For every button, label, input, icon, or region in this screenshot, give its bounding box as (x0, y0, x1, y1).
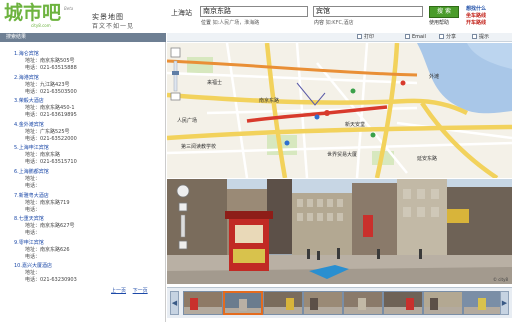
result-item[interactable]: 10.嘉兴大厦酒店 地址： 电话：021-63230903 (14, 263, 164, 287)
result-title-link[interactable]: 4.金外滩宾馆 (14, 122, 164, 129)
result-phone: 电话： (25, 253, 41, 260)
result-item[interactable]: 3.荣毅大酒店 地址：南京东路450-1 电话：021-63619895 (14, 98, 164, 122)
result-phone: 电话： (25, 230, 41, 237)
result-item[interactable]: 7.新雅粤大酒店 地址：南京东路719 电话： (14, 193, 164, 217)
result-title-link[interactable]: 1.海仑宾馆 (14, 51, 164, 58)
result-address: 地址：南京东路719 (25, 199, 70, 206)
next-page-link[interactable]: 下一页 (133, 288, 148, 294)
map-label-road: 南京东路 (259, 98, 280, 104)
result-phone: 电话：021-63515710 (25, 159, 77, 166)
app-window: 城市吧 Beta city8.com 实景地图 百文不如一见 上海站 南京东路 … (0, 0, 512, 322)
photo-thumbnail[interactable] (263, 291, 303, 315)
prev-page-link[interactable]: 上一页 (111, 288, 126, 294)
help-link[interactable]: 使用帮助 (429, 19, 449, 26)
location-hint: 位置 如:人民广场，淮海路 (201, 19, 259, 26)
park-shape (187, 57, 213, 73)
promo-find[interactable]: 想找什么 (466, 6, 486, 13)
result-title-link[interactable]: 9.零申江宾馆 (14, 240, 164, 247)
tip-button[interactable]: 提示 (472, 33, 489, 42)
slogan-line2: 百文不如一见 (92, 23, 135, 30)
keyword-hint-label: 内容 (314, 20, 325, 26)
map-label-church: 新天安堂 (345, 122, 366, 128)
share-button[interactable]: 分享 (439, 33, 456, 42)
location-hint-text: 如:人民广场，淮海路 (212, 20, 260, 26)
result-address: 地址：南京东路505号 (25, 58, 75, 64)
location-hint-label: 位置 (201, 20, 212, 26)
result-item[interactable]: 9.零申江宾馆 地址：南京东路626 电话： (14, 240, 164, 264)
search-button[interactable]: 搜 索 (429, 6, 459, 18)
keyword-hint-text: 如:KFC,酒店 (325, 20, 354, 26)
keyword-input[interactable]: 宾馆 (313, 6, 423, 17)
street-view[interactable]: © city8 (167, 179, 512, 284)
promo-bus-route[interactable]: 坐车路线 (466, 13, 486, 20)
map-label-bund: 外滩 (429, 74, 440, 80)
result-phone: 电话：021-63503500 (25, 88, 77, 95)
location-input[interactable]: 南京东路 (200, 6, 308, 17)
mail-icon (405, 34, 410, 39)
photo-thumbnail[interactable] (383, 291, 423, 315)
email-label: Email (412, 34, 426, 40)
map-label-school: 第三阅读教学校 (181, 144, 217, 150)
result-address: 地址：南京东路626 (25, 246, 70, 253)
share-label: 分享 (446, 34, 457, 40)
result-item[interactable]: 6.上海鹏都宾馆 地址： 电话： (14, 169, 164, 193)
map-label-avenue: 延安东路 (417, 156, 438, 162)
map-label-trade: 世界贸易大厦 (327, 152, 358, 158)
photo-thumbnail[interactable] (223, 291, 263, 315)
result-title-link[interactable]: 6.上海鹏都宾馆 (14, 169, 164, 176)
result-item[interactable]: 4.金外滩宾馆 地址：广东路525号 电话：021-63522000 (14, 122, 164, 146)
print-button[interactable]: 打印 (357, 33, 374, 42)
map-label-square: 人民广场 (177, 118, 198, 124)
strip-next-arrow[interactable]: ▶ (500, 291, 509, 315)
photo-thumbnail[interactable] (463, 291, 503, 315)
result-item[interactable]: 5.上海申江宾馆 地址：南京东路 电话：021-63515710 (14, 145, 164, 169)
strip-prev-arrow[interactable]: ◀ (170, 291, 179, 315)
results-panel: 1.海仑宾馆 地址：南京东路505号 电话：021-63515888 2.海港宾馆 地址… (0, 42, 166, 322)
street-canvas[interactable] (167, 179, 512, 284)
result-item[interactable]: 2.海港宾馆 地址：九江路423号 电话：021-63503500 (14, 75, 164, 99)
print-label: 打印 (364, 34, 375, 40)
share-icon (439, 34, 444, 39)
promo-links: 想找什么 坐车路线 开车路线 (466, 6, 486, 27)
info-icon (472, 34, 477, 39)
street-watermark: © city8 (492, 277, 508, 282)
header: 城市吧 Beta city8.com 实景地图 百文不如一见 上海站 南京东路 … (0, 0, 512, 30)
result-phone: 电话：021-63515888 (25, 65, 77, 71)
logo-text: 城市吧 (4, 2, 62, 24)
results-header: 搜索结果 (0, 33, 166, 42)
result-phone: 电话：021-63522000 (25, 135, 77, 142)
result-phone: 电话：021-63619895 (25, 112, 77, 119)
photo-thumbnail[interactable] (303, 291, 343, 315)
result-address: 地址：广东路525号 (25, 128, 70, 135)
result-title-link[interactable]: 7.新雅粤大酒店 (14, 193, 164, 200)
map-view[interactable]: 南京东路 外滩 人民广场 来福士 新天安堂 世界贸易大厦 第三阅读教学校 延安东… (167, 43, 512, 178)
result-address: 地址： (25, 175, 41, 182)
photo-thumbnail[interactable] (423, 291, 463, 315)
promo-drive-route[interactable]: 开车路线 (466, 20, 486, 27)
map-label-mall: 来福士 (207, 80, 223, 86)
logo[interactable]: 城市吧 Beta city8.com (4, 2, 84, 28)
email-button[interactable]: Email (405, 33, 426, 42)
city-label[interactable]: 上海站 (171, 8, 192, 18)
result-address: 地址：九江路423号 (25, 81, 70, 88)
photo-thumbnail[interactable] (183, 291, 223, 315)
results-list: 1.海仑宾馆 地址：南京东路505号 电话：021-63515888 2.海港宾馆 地址… (14, 51, 164, 287)
keyword-hint: 内容 如:KFC,酒店 (314, 19, 354, 26)
result-item[interactable]: 8.七重天宾馆 地址：南京东路627号 电话： (14, 216, 164, 240)
result-phone: 电话：021-63230903 (25, 277, 77, 284)
pager: 上一页 下一页 (111, 287, 153, 294)
result-phone: 电话： (25, 182, 41, 189)
photo-strip: ◀ ▶ (167, 287, 512, 318)
tip-label: 提示 (479, 34, 490, 40)
result-phone: 电话： (25, 206, 41, 213)
logo-beta: Beta (64, 6, 74, 11)
photo-thumbnail[interactable] (343, 291, 383, 315)
result-title-link[interactable]: 2.海港宾馆 (14, 75, 164, 82)
logo-domain: city8.com (31, 23, 51, 28)
map-toolbar: 打印 Email 分享 提示 (167, 33, 512, 42)
printer-icon (357, 34, 362, 39)
result-item[interactable]: 1.海仑宾馆 地址：南京东路505号 电话：021-63515888 (14, 51, 164, 75)
